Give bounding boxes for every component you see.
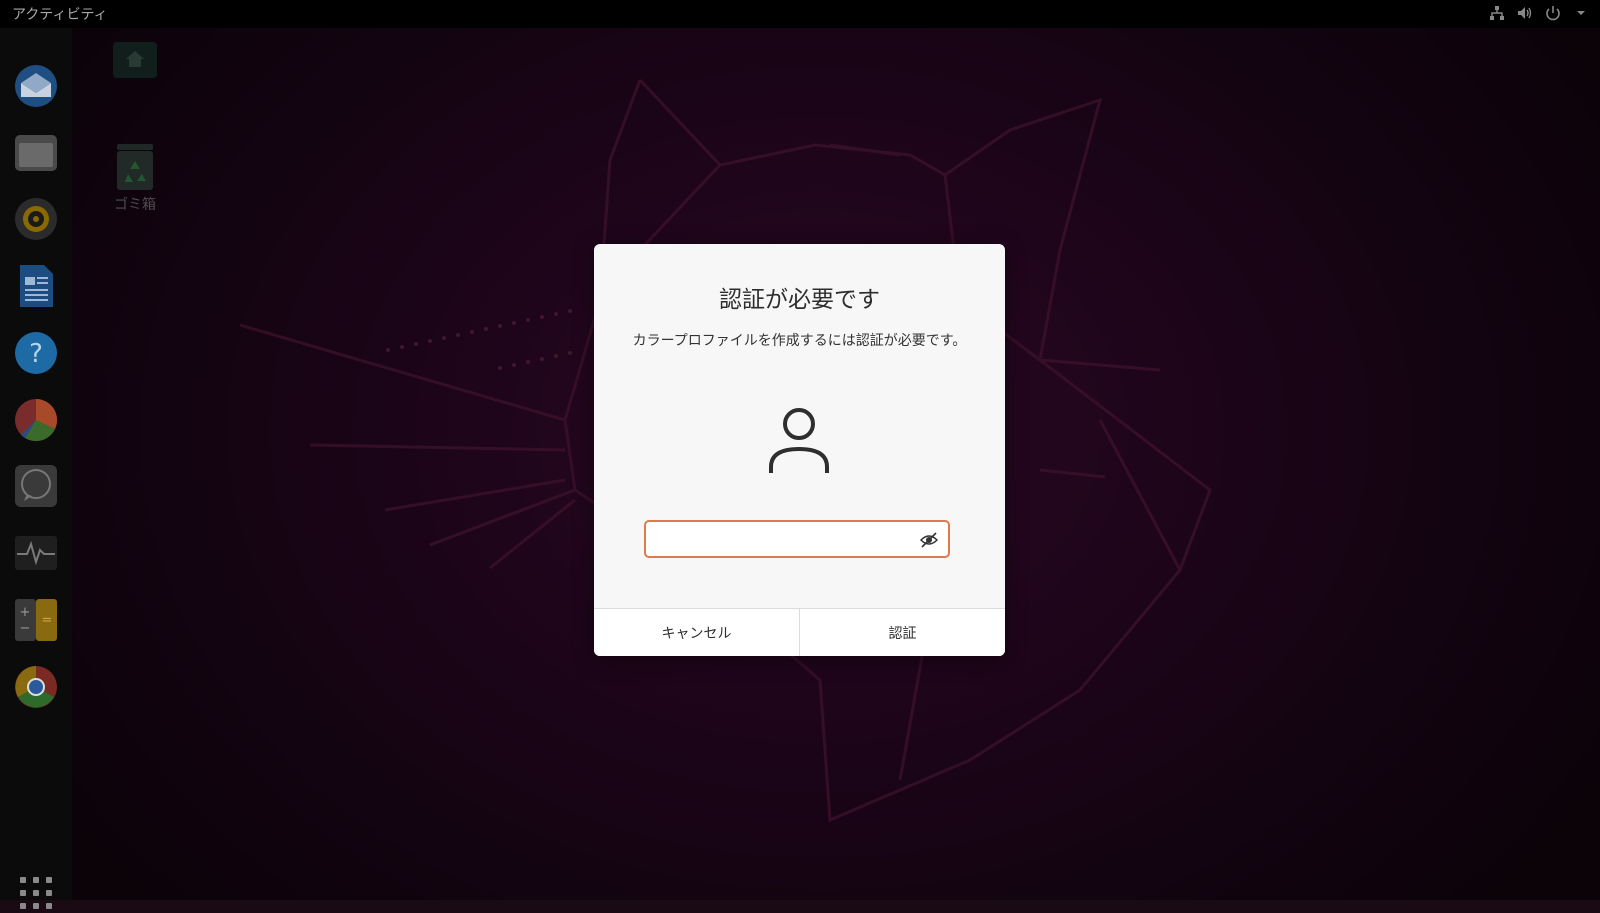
svg-text:+: + xyxy=(20,605,31,620)
files-icon[interactable] xyxy=(13,129,59,175)
show-applications-button[interactable] xyxy=(20,877,52,909)
authentication-dialog: 認証が必要です カラープロファイルを作成するには認証が必要です。 キャンセル 認… xyxy=(594,244,1005,656)
authenticate-button[interactable]: 認証 xyxy=(799,609,1005,656)
chevron-down-icon xyxy=(1572,4,1590,22)
network-icon xyxy=(1488,4,1506,22)
activities-button[interactable]: アクティビティ xyxy=(12,4,108,24)
system-monitor-icon[interactable] xyxy=(13,530,59,576)
chart-app-icon[interactable] xyxy=(13,397,59,443)
grid-icon xyxy=(20,877,52,909)
chat-icon[interactable] xyxy=(13,463,59,509)
password-field[interactable] xyxy=(644,520,950,558)
thunderbird-icon[interactable] xyxy=(13,63,59,109)
dock: ? + − = xyxy=(0,28,72,909)
svg-text:=: = xyxy=(42,613,53,628)
password-input[interactable] xyxy=(654,528,908,552)
eye-hidden-icon[interactable] xyxy=(920,531,938,549)
chrome-icon[interactable] xyxy=(13,664,59,710)
top-bar: アクティビティ xyxy=(0,0,1600,28)
svg-text:−: − xyxy=(20,621,31,636)
calculator-icon[interactable]: + − = xyxy=(13,597,59,643)
power-icon xyxy=(1544,4,1562,22)
system-tray[interactable] xyxy=(1488,4,1590,22)
dialog-title: 認証が必要です xyxy=(719,287,880,313)
libreoffice-writer-icon[interactable] xyxy=(13,263,59,309)
rhythmbox-icon[interactable] xyxy=(13,196,59,242)
help-icon[interactable]: ? xyxy=(13,330,59,376)
user-avatar-icon xyxy=(769,408,829,473)
volume-icon xyxy=(1516,4,1534,22)
dialog-message: カラープロファイルを作成するには認証が必要です。 xyxy=(632,333,967,349)
cancel-button[interactable]: キャンセル xyxy=(594,609,799,656)
svg-text:?: ? xyxy=(29,339,43,369)
dialog-button-row: キャンセル 認証 xyxy=(594,608,1005,656)
